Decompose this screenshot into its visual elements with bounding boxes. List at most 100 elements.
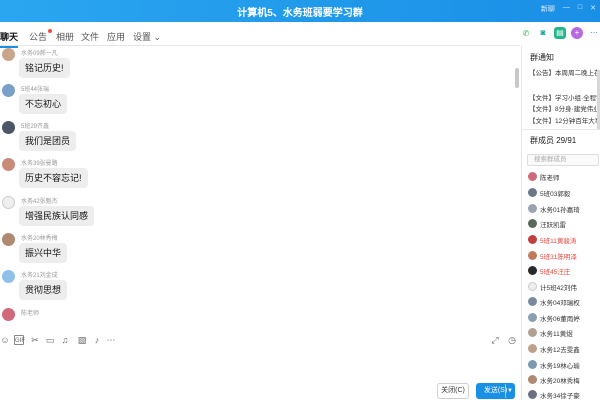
avatar[interactable]: [2, 308, 15, 321]
image-icon[interactable]: ▧: [77, 335, 87, 345]
message-input[interactable]: [0, 352, 520, 382]
avatar: [528, 313, 537, 322]
message-bubble: 铭记历史!: [19, 58, 70, 78]
avatar: [528, 375, 537, 384]
avatar[interactable]: [2, 196, 15, 209]
sender-name: 水务42张魁杰: [21, 199, 58, 205]
member-search-input[interactable]: 搜索群成员: [527, 154, 599, 166]
member-item[interactable]: 计5班42刘伟: [528, 280, 600, 295]
member-name: 5班03郭毅: [540, 191, 571, 198]
member-item[interactable]: 水务34徐子豪: [528, 388, 600, 400]
close-button[interactable]: 关闭(C): [437, 383, 469, 399]
emoji-icon[interactable]: ☺: [0, 335, 10, 345]
member-item[interactable]: 汪跃凯雷: [528, 217, 600, 232]
tab-files[interactable]: 文件: [81, 30, 99, 43]
unread-dot: [48, 29, 53, 33]
phone-icon[interactable]: ✆: [520, 27, 532, 39]
sender-name: 水务21刘金成: [21, 273, 58, 279]
scissors-icon[interactable]: ✂: [30, 335, 40, 345]
avatar[interactable]: [2, 48, 15, 61]
chevron-down-icon[interactable]: ▼: [505, 384, 514, 398]
sender-name: 水务39张曼路: [21, 161, 58, 167]
expand-icon[interactable]: ⤢: [490, 335, 500, 345]
close-icon[interactable]: ✕: [590, 4, 596, 14]
more-icon[interactable]: ⋯: [588, 27, 600, 39]
window-controls: 新聊 — □ ✕: [541, 4, 596, 14]
tab-settings[interactable]: 设置 ⌄: [133, 30, 161, 43]
divider: [522, 129, 600, 130]
member-name: 水务12去雯鑫: [540, 347, 580, 354]
member-item[interactable]: 5班31陈明泽: [528, 249, 600, 264]
bell-icon[interactable]: ♪: [92, 335, 102, 345]
sender-name: 水务20林秀梅: [21, 236, 58, 242]
sender-name: 陈老师: [21, 311, 40, 317]
compose-toolbar: ☺ GIF ✂ ▭ ♫ ▧ ♪ ⋯ ⤢ ◷: [0, 335, 520, 349]
avatar[interactable]: [2, 84, 15, 97]
tab-apps[interactable]: 应用: [107, 30, 125, 43]
member-name: 水务34徐子豪: [540, 393, 580, 400]
member-name: 水务20林秀梅: [540, 378, 580, 385]
chat-message: 5班44张瑞 不忘初心: [0, 84, 500, 120]
avatar: [528, 344, 537, 353]
member-item[interactable]: 水务11黄煜: [528, 326, 600, 341]
history-icon[interactable]: ◷: [507, 335, 517, 345]
chat-scrollbar[interactable]: [515, 46, 519, 332]
more-icon[interactable]: ⋯: [106, 335, 116, 345]
chat-message: 水务39张曼路 历史不容忘记!: [0, 158, 500, 194]
avatar[interactable]: [2, 233, 15, 246]
member-item[interactable]: 水务01孙嘉琦: [528, 202, 600, 217]
avatar: [528, 188, 537, 197]
member-item[interactable]: 水务20林秀梅: [528, 373, 600, 388]
screen-share-icon[interactable]: ▤: [554, 27, 566, 39]
member-item[interactable]: 水务04邓瑞权: [528, 295, 600, 310]
member-item[interactable]: 陈老师: [528, 170, 600, 185]
message-bubble: 增强民族认同感: [19, 206, 95, 226]
members-title: 群成员 29/91: [530, 136, 577, 145]
member-item[interactable]: 水务06董雨婷: [528, 311, 600, 326]
member-name: 水务01孙嘉琦: [540, 207, 580, 214]
call-icons: ✆ ◙ ▤ + ⋯: [520, 27, 600, 39]
member-item[interactable]: 5班03郭毅: [528, 186, 600, 201]
gif-icon[interactable]: GIF: [14, 335, 25, 345]
avatar[interactable]: [2, 158, 15, 171]
send-button[interactable]: 发送(S) ▼: [476, 383, 515, 399]
tab-album[interactable]: 相册: [56, 30, 74, 43]
avatar: [528, 235, 537, 244]
member-item[interactable]: 5班11黄骏涛: [528, 233, 600, 248]
notice-item[interactable]: 【文件】学习小组·全程学习资料: [529, 92, 600, 102]
chat-message: 5班29齐鑫 我们是团员: [0, 121, 500, 157]
video-icon[interactable]: ◙: [537, 27, 549, 39]
maximize-icon[interactable]: □: [578, 4, 582, 14]
avatar[interactable]: [2, 270, 15, 283]
add-app-icon[interactable]: +: [571, 27, 583, 39]
tab-chat[interactable]: 聊天: [0, 30, 19, 48]
chat-area: 水务09郝一凡 铭记历史! 5班44张瑞 不忘初心 5班29齐鑫 我们是团员 水…: [0, 46, 520, 332]
folder-icon[interactable]: ▭: [45, 335, 55, 345]
member-name: 陈老师: [540, 175, 560, 182]
scrollbar-thumb[interactable]: [515, 68, 519, 88]
message-bubble: 振兴中华: [19, 243, 68, 263]
member-item[interactable]: 5班45汪庄: [528, 264, 600, 279]
notice-item[interactable]: 【文件】8分身·建党伟业之中共: [529, 103, 600, 113]
avatar: [528, 282, 537, 291]
chat-message: 水务21刘金成 贯彻思想: [0, 270, 500, 306]
window-menu-label[interactable]: 新聊: [541, 4, 555, 14]
member-name: 计5班42刘伟: [540, 285, 577, 292]
tab-announcement[interactable]: 公告: [29, 29, 53, 43]
window-title: 计算机5、水务班弱要学习群: [237, 8, 363, 19]
sender-name: 5班44张瑞: [21, 87, 50, 93]
avatar[interactable]: [2, 121, 15, 134]
avatar: [528, 204, 537, 213]
minimize-icon[interactable]: —: [563, 4, 570, 14]
member-name: 5班31陈明泽: [540, 254, 577, 261]
chat-message: 水务20林秀梅 振兴中华: [0, 233, 500, 269]
member-item[interactable]: 水务19林心瑜: [528, 358, 600, 373]
member-item[interactable]: 水务12去雯鑫: [528, 342, 600, 357]
notice-item[interactable]: 【公告】本周周二晚上在周三下午上课啦: [529, 67, 600, 77]
music-icon[interactable]: ♫: [60, 335, 70, 345]
avatar: [528, 172, 537, 181]
avatar: [528, 360, 537, 369]
tab-announcement-label: 公告: [29, 32, 48, 42]
notice-item[interactable]: 【文件】12分钟百年大事时间: [529, 115, 600, 125]
member-name: 5班11黄骏涛: [540, 238, 577, 245]
